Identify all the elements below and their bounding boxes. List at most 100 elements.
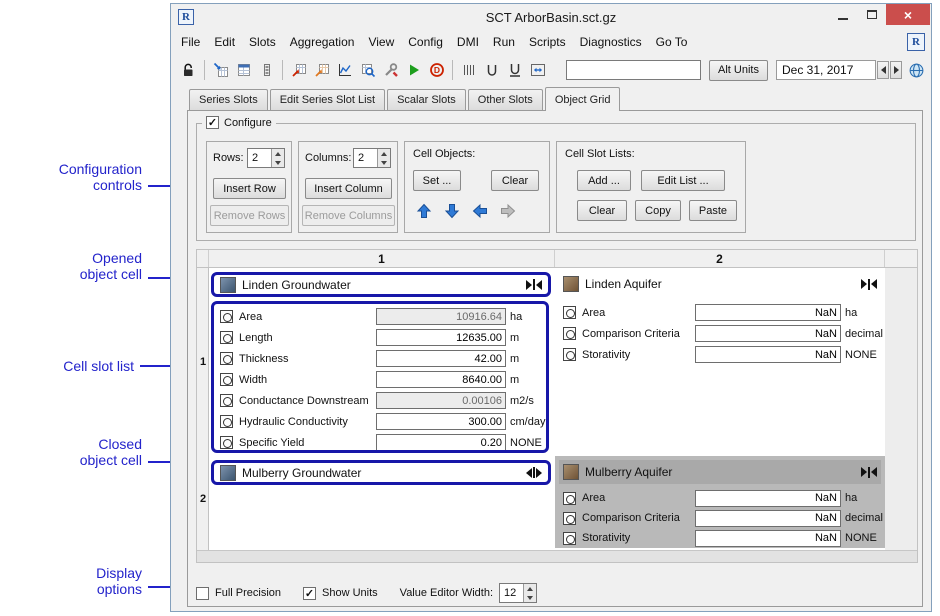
spin-up-icon[interactable] [272,149,284,158]
slot-row[interactable]: Thickness m [214,348,546,369]
object-cell-mulberry-groundwater[interactable]: Mulberry Groundwater [211,460,551,485]
tab-object-grid[interactable]: Object Grid [545,87,621,111]
row-header-2[interactable]: 2 [197,493,209,505]
slot-row[interactable]: Comparison Criteria decimal [555,323,885,344]
collapse-cell-icon[interactable] [526,279,542,290]
menu-file[interactable]: File [174,32,207,52]
copy-slot-list-button[interactable]: Copy [635,200,681,221]
full-precision-checkbox[interactable] [196,587,209,600]
fit-width-icon[interactable] [526,58,549,82]
set-cell-objects-button[interactable]: Set ... [413,170,461,191]
edit-list-button[interactable]: Edit List ... [641,170,725,191]
alt-units-button[interactable]: Alt Units [709,60,768,81]
row-header-1[interactable]: 1 [197,356,209,368]
object-cell-linden-groundwater[interactable]: Linden Groundwater [211,272,551,297]
slot-row[interactable]: Storativity NONE [555,344,885,365]
menu-slots[interactable]: Slots [242,32,283,52]
object-cell-header[interactable]: Mulberry Aquifer [559,460,881,484]
clear-slot-list-button[interactable]: Clear [577,200,627,221]
add-slot-list-button[interactable]: Add ... [577,170,631,191]
spin-down-icon[interactable] [378,158,390,167]
column-list-icon[interactable] [255,58,278,82]
slot-value-input[interactable] [695,490,841,507]
object-cell-header[interactable]: Linden Aquifer [559,272,881,296]
slot-value-input[interactable] [376,308,506,325]
slot-row[interactable]: Specific Yield NONE [214,432,546,453]
spin-up-icon[interactable] [524,584,536,593]
slot-row[interactable]: Storativity NONE [555,528,885,548]
menu-diagnostics[interactable]: Diagnostics [573,32,649,52]
spin-down-icon[interactable] [272,158,284,167]
rows-spinner[interactable]: 2 [247,148,285,168]
show-units-checkbox[interactable] [303,587,316,600]
slot-value-input[interactable] [376,350,506,367]
next-timestep-button[interactable] [890,61,902,79]
slot-list-icon[interactable] [232,58,255,82]
slot-row[interactable]: Hydraulic Conductivity cm/day [214,411,546,432]
tools-icon[interactable] [379,58,402,82]
slot-value-input[interactable] [376,371,506,388]
menu-dmi[interactable]: DMI [450,32,486,52]
run-icon[interactable] [402,58,425,82]
value-editor-width-spinner[interactable]: 12 [499,583,537,603]
collapse-cell-icon[interactable] [861,467,877,478]
slot-row[interactable]: Conductance Downstream m2/s [214,390,546,411]
slot-value-input[interactable] [695,510,841,527]
menu-config[interactable]: Config [401,32,450,52]
tab-other-slots[interactable]: Other Slots [468,89,543,110]
slot-value-input[interactable] [695,346,841,363]
insert-row-button[interactable]: Insert Row [213,178,286,199]
move-right-icon[interactable] [497,200,519,222]
lock-icon[interactable] [177,58,200,82]
clear-cell-objects-button[interactable]: Clear [491,170,539,191]
spin-up-icon[interactable] [378,149,390,158]
toolbar-filter-input[interactable] [566,60,701,80]
paste-slot-list-button[interactable]: Paste [689,200,737,221]
grid-horizontal-scrollbar[interactable] [197,550,917,562]
slot-row[interactable]: Comparison Criteria decimal [555,508,885,528]
slot-row[interactable]: Area ha [555,302,885,323]
insert-column-button[interactable]: Insert Column [305,178,392,199]
slot-value-input[interactable] [376,329,506,346]
riverware-logo-icon[interactable]: R [907,33,925,51]
slot-row[interactable]: Length m [214,327,546,348]
tab-scalar-slots[interactable]: Scalar Slots [387,89,466,110]
timestep-bars-icon[interactable] [457,58,480,82]
open-account-icon[interactable] [310,58,333,82]
slot-row[interactable]: Area ha [214,306,546,327]
analysis-icon[interactable] [356,58,379,82]
menu-run[interactable]: Run [486,32,522,52]
expand-cell-icon[interactable] [526,467,542,478]
open-object-icon[interactable] [287,58,310,82]
slot-row[interactable]: Width m [214,369,546,390]
tab-series-slots[interactable]: Series Slots [189,89,268,110]
move-up-icon[interactable] [413,200,435,222]
object-cell-linden-aquifer[interactable]: Linden Aquifer Area ha [555,270,885,454]
tab-edit-series-slot-list[interactable]: Edit Series Slot List [270,89,385,110]
slot-row[interactable]: Area ha [555,488,885,508]
slot-value-input[interactable] [695,325,841,342]
slot-value-input[interactable] [376,434,506,451]
remove-columns-button[interactable]: Remove Columns [302,205,395,226]
collapse-cell-icon[interactable] [861,279,877,290]
menu-goto[interactable]: Go To [649,32,695,52]
columns-spinner[interactable]: 2 [353,148,391,168]
timestep-date-field[interactable]: Dec 31, 2017 [776,60,876,80]
move-down-icon[interactable] [441,200,463,222]
menu-scripts[interactable]: Scripts [522,32,573,52]
menu-view[interactable]: View [361,32,401,52]
maximize-button[interactable] [857,4,886,25]
spin-down-icon[interactable] [524,593,536,602]
slot-value-input[interactable] [376,392,506,409]
plot-range-baseline-icon[interactable] [503,58,526,82]
timescale-globe-icon[interactable] [908,62,925,79]
slot-value-input[interactable] [376,413,506,430]
menu-aggregation[interactable]: Aggregation [283,32,362,52]
goto-slot-icon[interactable] [209,58,232,82]
slot-value-input[interactable] [695,530,841,547]
remove-rows-button[interactable]: Remove Rows [210,205,289,226]
configure-checkbox-row[interactable]: Configure [202,116,276,129]
plot-icon[interactable] [333,58,356,82]
column-header-1[interactable]: 1 [209,250,555,267]
configure-checkbox[interactable] [206,116,219,129]
